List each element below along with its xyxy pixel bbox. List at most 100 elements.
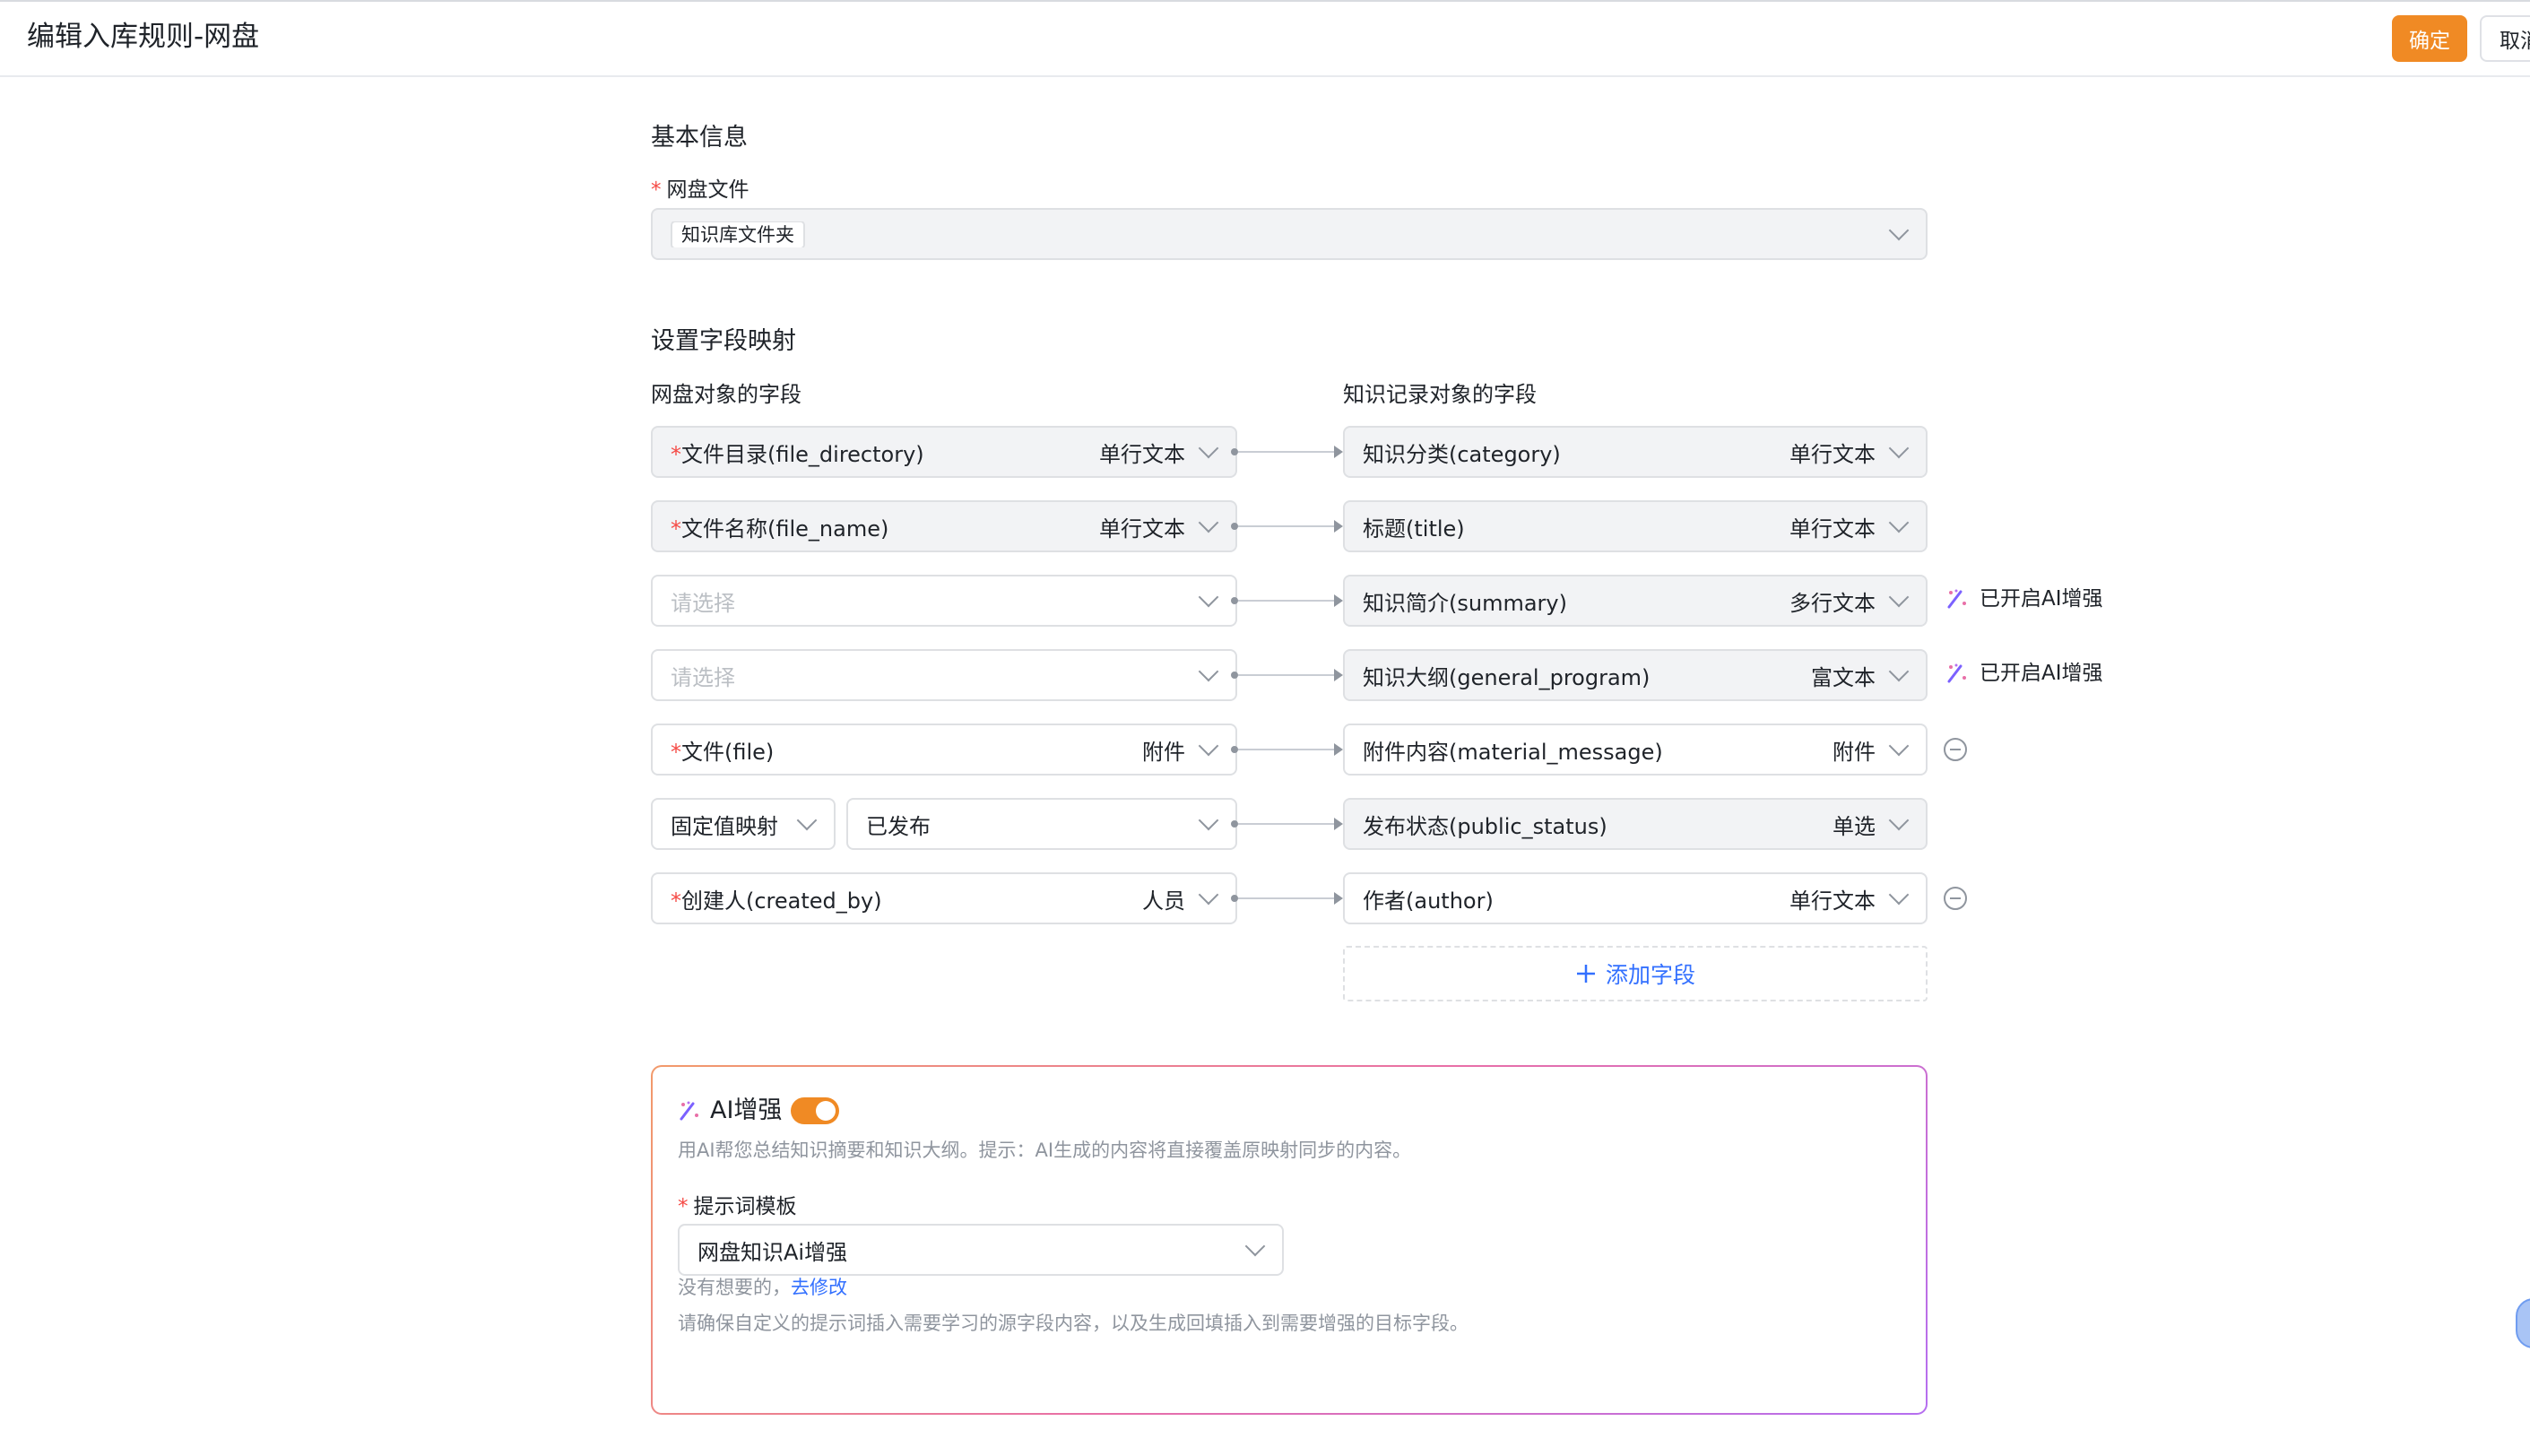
prompt-note: 请确保自定义的提示词插入需要学习的源字段内容，以及生成回填插入到需要增强的目标字… [678,1313,1469,1334]
source-field-name: 文件名称(file_name) [681,516,889,542]
ai-enabled-tag: 已开启AI增强 [1945,659,2103,688]
chevron-down-icon [1244,1235,1266,1257]
connector-dot [1231,746,1238,753]
prompt-template-label-text: 提示词模板 [693,1195,797,1218]
mapping-connector [1238,897,1335,899]
ai-enhance-toggle[interactable] [791,1097,840,1124]
arrow-right-icon [1334,594,1343,607]
source-field-select[interactable]: 请选择 [651,575,1237,627]
connector-dot [1231,820,1238,828]
connector-dot [1231,672,1238,679]
source-field-type: 单行文本 [1099,516,1185,542]
prompt-template-label: * 提示词模板 [678,1192,797,1221]
ai-enhance-header: AI增强 [678,1096,840,1126]
chevron-down-icon [1198,661,1219,682]
magic-wand-icon [680,1101,698,1121]
add-field-button[interactable]: 添加字段 [1343,946,1928,1001]
source-field-select[interactable]: *文件(file) 附件 [651,724,1237,776]
chevron-down-icon [1198,810,1219,831]
source-field-select[interactable]: *文件名称(file_name) 单行文本 [651,500,1237,552]
arrow-right-icon [1334,892,1343,905]
netdisk-file-select[interactable]: 知识库文件夹 [651,208,1928,260]
minus-circle-icon[interactable] [1944,887,1967,910]
connector-dot [1231,448,1238,455]
chevron-down-icon [1888,810,1910,831]
ai-enhance-description: 用AI帮您总结知识摘要和知识大纲。提示：AI生成的内容将直接覆盖原映射同步的内容… [678,1140,1412,1161]
arrow-right-icon [1334,446,1343,458]
target-field-name: 知识简介(summary) [1363,590,1567,616]
target-field-type: 附件 [1833,739,1876,765]
target-field-select[interactable]: 标题(title) 单行文本 [1343,500,1928,552]
chevron-down-icon [796,810,818,831]
confirm-button[interactable]: 确定 [2392,15,2467,62]
target-field-type: 单行文本 [1789,441,1876,467]
fixed-value-select[interactable]: 已发布 [846,798,1237,850]
source-field-select[interactable]: *创建人(created_by) 人员 [651,872,1237,924]
netdisk-file-label-text: 网盘文件 [666,178,749,202]
target-field-type: 单选 [1833,813,1876,839]
prompt-template-value: 网盘知识Ai增强 [697,1239,848,1265]
source-field-name: 文件目录(file_directory) [681,441,924,467]
window-edge [0,0,2530,2]
target-field-name: 知识大纲(general_program) [1363,664,1651,690]
chevron-down-icon [1198,438,1219,459]
mapping-connector [1238,600,1335,602]
target-field-name: 标题(title) [1363,516,1465,542]
target-field-type: 多行文本 [1789,590,1876,616]
target-field-select[interactable]: 知识大纲(general_program) 富文本 [1343,649,1928,701]
cancel-button[interactable]: 取消 [2480,15,2530,62]
mapping-connector [1238,525,1335,527]
arrow-right-icon [1334,669,1343,681]
required-mark: * [671,516,681,542]
floating-assistant-button[interactable] [2516,1298,2530,1348]
plus-icon [1576,965,1595,983]
arrow-right-icon [1334,818,1343,830]
arrow-right-icon [1334,520,1343,533]
source-field-placeholder: 请选择 [671,664,735,690]
chevron-down-icon [1888,661,1910,682]
target-field-select[interactable]: 附件内容(material_message) 附件 [1343,724,1928,776]
magic-wand-icon [1947,589,1966,609]
header-bar [0,0,2530,77]
target-field-select[interactable]: 作者(author) 单行文本 [1343,872,1928,924]
required-mark: * [678,1195,689,1218]
mapping-mode-value: 固定值映射 [671,813,778,839]
target-field-name: 附件内容(material_message) [1363,739,1663,765]
target-field-type: 富文本 [1811,664,1876,690]
source-field-placeholder: 请选择 [671,590,735,616]
source-field-select[interactable]: 请选择 [651,649,1237,701]
source-field-type: 附件 [1142,739,1185,765]
chevron-down-icon [1888,586,1910,608]
target-field-select[interactable]: 知识分类(category) 单行文本 [1343,426,1928,478]
arrow-right-icon [1334,743,1343,756]
connector-dot [1231,523,1238,530]
target-field-select[interactable]: 知识简介(summary) 多行文本 [1343,575,1928,627]
chevron-down-icon [1888,735,1910,757]
mapping-connector [1238,674,1335,676]
prompt-hint-text: 没有想要的， [678,1277,791,1298]
ai-enabled-label: 已开启AI增强 [1980,587,2103,611]
mapping-mode-select[interactable]: 固定值映射 [651,798,836,850]
target-field-select[interactable]: 发布状态(public_status) 单选 [1343,798,1928,850]
target-field-type: 单行文本 [1789,888,1876,914]
ai-enabled-tag: 已开启AI增强 [1945,585,2103,613]
page-title: 编辑入库规则-网盘 [27,21,260,53]
netdisk-folder-tag: 知识库文件夹 [671,221,805,247]
ai-enabled-label: 已开启AI增强 [1980,662,2103,685]
chevron-down-icon [1888,438,1910,459]
target-field-name: 知识分类(category) [1363,441,1561,467]
chevron-down-icon [1198,512,1219,533]
edit-prompt-link[interactable]: 去修改 [791,1277,847,1298]
source-fields-title: 网盘对象的字段 [651,382,801,407]
minus-circle-icon[interactable] [1944,738,1967,761]
netdisk-file-label: * 网盘文件 [651,176,749,204]
prompt-template-select[interactable]: 网盘知识Ai增强 [678,1224,1284,1276]
chevron-down-icon [1888,884,1910,906]
required-mark: * [671,739,681,765]
source-field-select[interactable]: *文件目录(file_directory) 单行文本 [651,426,1237,478]
target-field-type: 单行文本 [1789,516,1876,542]
ai-enhance-title: AI增强 [710,1096,783,1124]
field-mapping-title: 设置字段映射 [651,327,796,355]
mapping-connector [1238,749,1335,750]
target-field-name: 作者(author) [1363,888,1494,914]
